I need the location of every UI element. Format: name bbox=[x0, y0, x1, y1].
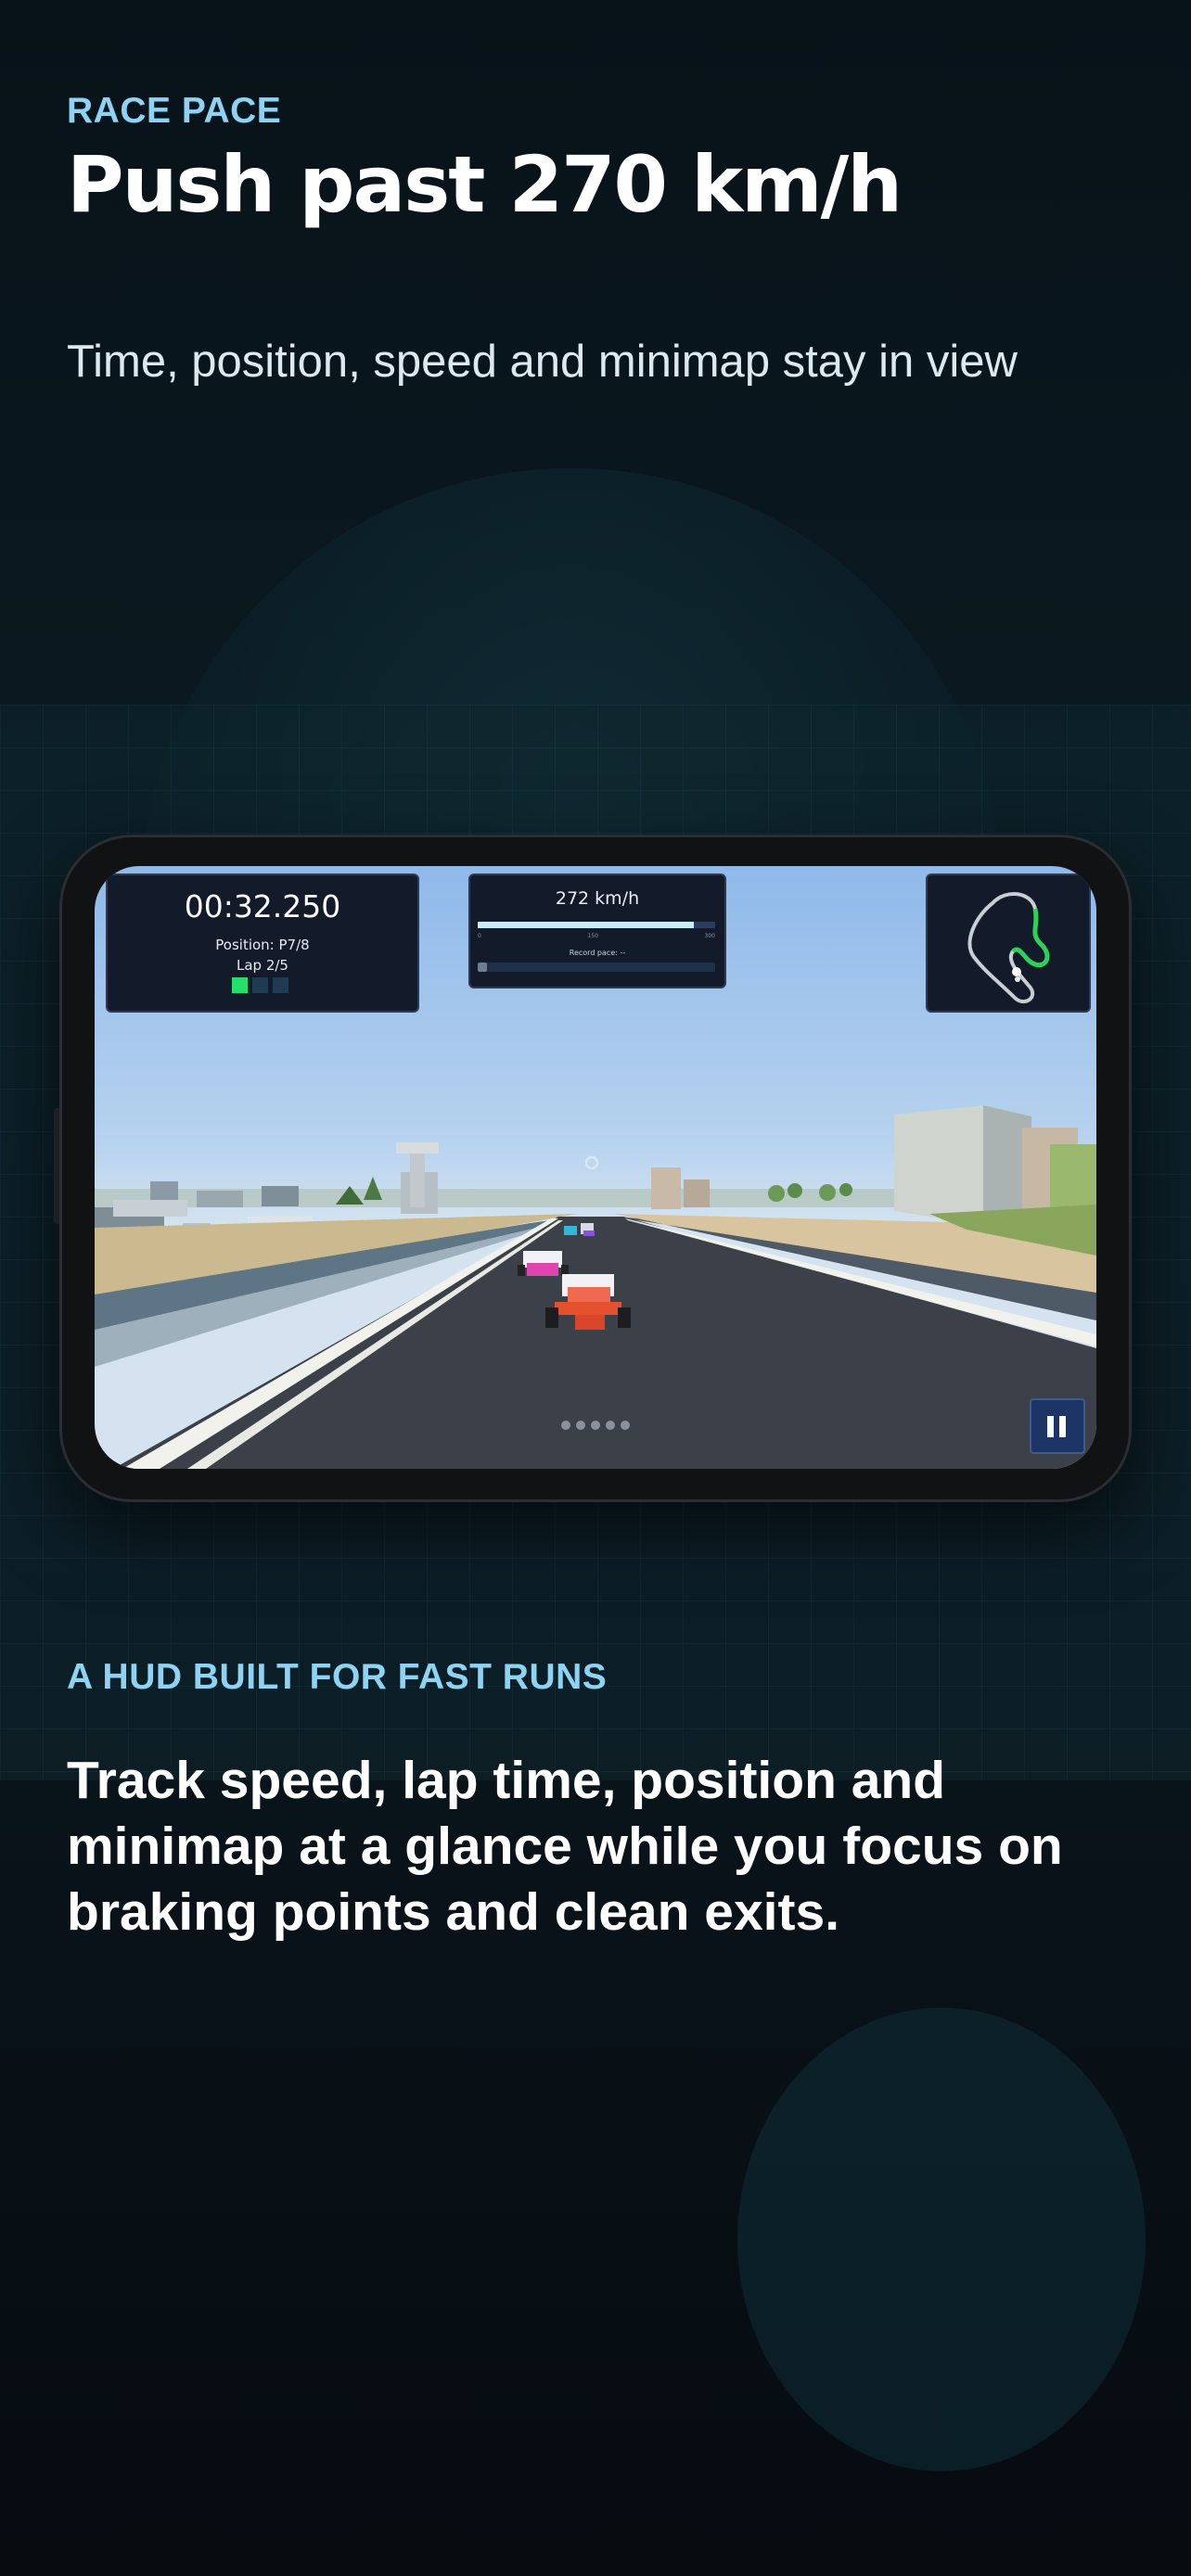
headline: Push past 270 km/h bbox=[67, 139, 903, 230]
page-indicator[interactable] bbox=[95, 1421, 1096, 1430]
minimap-panel bbox=[926, 874, 1091, 1013]
phone-frame: 00:32.250 Position: P7/8 Lap 2/5 272 km/… bbox=[59, 835, 1132, 1502]
speed-tick: 150 bbox=[587, 933, 598, 939]
lap-counter: Lap 2/5 bbox=[237, 957, 288, 974]
speed-readout: 272 km/h bbox=[555, 888, 640, 909]
page-dot[interactable] bbox=[561, 1421, 570, 1430]
player-marker bbox=[1012, 967, 1021, 976]
section-body: Track speed, lap time, position and mini… bbox=[67, 1751, 1063, 1942]
section-eyebrow: A HUD BUILT FOR FAST RUNS bbox=[67, 1657, 608, 1697]
speed-bar bbox=[478, 922, 715, 928]
lap-segment bbox=[232, 977, 248, 993]
record-pace-label: Record pace: -- bbox=[569, 949, 626, 957]
speed-scale: 0 150 300 bbox=[478, 933, 715, 939]
race-position: Position: P7/8 bbox=[215, 937, 310, 953]
lap-segment bbox=[252, 977, 268, 993]
race-timer: 00:32.250 bbox=[184, 888, 341, 925]
background-glow-oval bbox=[737, 2008, 1146, 2471]
speed-tick: 0 bbox=[478, 933, 481, 939]
speed-bar-fill bbox=[478, 922, 694, 928]
pause-button[interactable] bbox=[1030, 1398, 1085, 1454]
game-screen: 00:32.250 Position: P7/8 Lap 2/5 272 km/… bbox=[95, 866, 1096, 1469]
page-dot[interactable] bbox=[621, 1421, 630, 1430]
record-pace-bar bbox=[478, 963, 715, 972]
lap-segment bbox=[273, 977, 288, 993]
speed-tick: 300 bbox=[704, 933, 715, 939]
subheadline: Time, position, speed and minimap stay i… bbox=[67, 337, 1018, 387]
speedometer-panel: 272 km/h 0 150 300 Record pace: -- bbox=[468, 874, 726, 988]
lap-progress bbox=[232, 977, 288, 993]
minimap-track bbox=[967, 891, 1050, 1004]
lap-timer-panel: 00:32.250 Position: P7/8 Lap 2/5 bbox=[106, 874, 419, 1013]
page-dot[interactable] bbox=[591, 1421, 600, 1430]
page-dot[interactable] bbox=[606, 1421, 615, 1430]
eyebrow-label: RACE PACE bbox=[67, 91, 282, 131]
record-pace-fill bbox=[478, 963, 488, 972]
page-dot[interactable] bbox=[576, 1421, 585, 1430]
